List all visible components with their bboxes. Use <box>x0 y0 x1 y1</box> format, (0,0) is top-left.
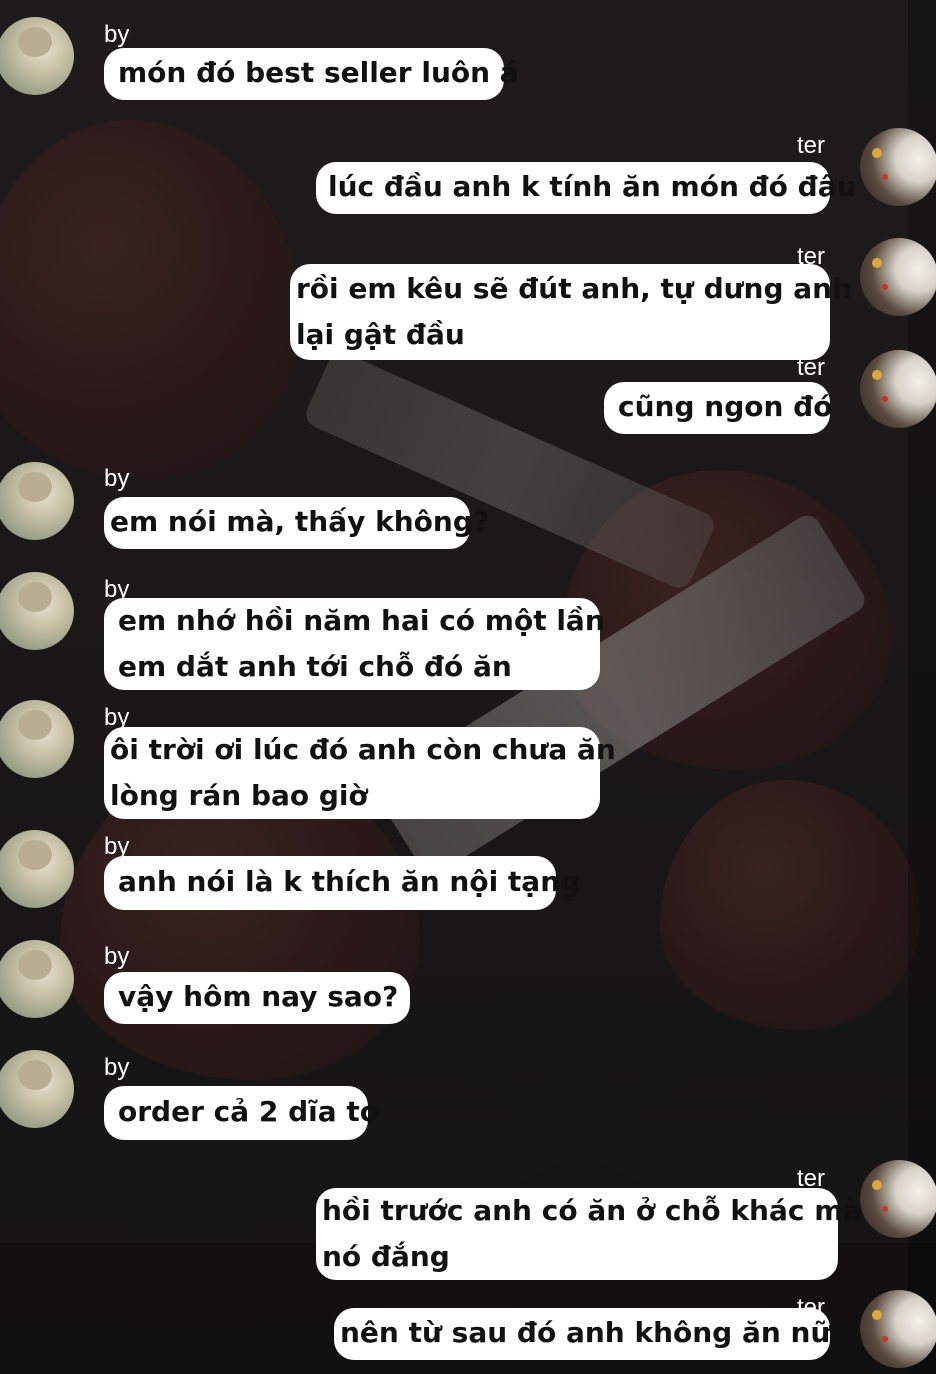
message-text: lại gật đầu <box>296 318 465 351</box>
message-bubble[interactable]: nên từ sau đó anh không ăn nữa <box>334 1308 850 1360</box>
message-text: em dắt anh tới chỗ đó ăn <box>118 650 512 683</box>
message-bubble[interactable]: anh nói là k thích ăn nội tạng <box>104 856 581 910</box>
message-bubble[interactable]: món đó best seller luôn á <box>104 48 519 100</box>
avatar[interactable] <box>860 350 936 428</box>
message-text: nên từ sau đó anh không ăn nữa <box>340 1316 850 1349</box>
message-bubble[interactable]: hồi trước anh có ăn ở chỗ khác mà nó đắn… <box>316 1188 863 1280</box>
message-text: nó đắng <box>322 1240 450 1273</box>
message-text: em nhớ hồi năm hai có một lần <box>118 604 605 637</box>
message-text: vậy hôm nay sao? <box>118 980 399 1013</box>
sender-name: by <box>104 21 130 48</box>
message-bubble[interactable]: lúc đầu anh k tính ăn món đó đâu <box>316 162 857 214</box>
message-text: cũng ngon đó <box>618 390 833 423</box>
avatar[interactable] <box>860 1160 936 1238</box>
message-text: rồi em kêu sẽ đút anh, tự dưng anh <box>296 272 853 305</box>
wallpaper-leaf <box>460 1020 700 1200</box>
avatar[interactable] <box>0 830 74 908</box>
avatar[interactable] <box>0 1050 74 1128</box>
wallpaper-strawberry <box>0 120 300 480</box>
message-text: lúc đầu anh k tính ăn món đó đâu <box>328 170 857 203</box>
avatar[interactable] <box>860 1290 936 1368</box>
message-bubble[interactable]: rồi em kêu sẽ đút anh, tự dưng anh lại g… <box>290 264 853 360</box>
sender-name: ter <box>797 354 826 381</box>
message-bubble[interactable]: cũng ngon đó <box>604 382 833 434</box>
avatar[interactable] <box>0 17 74 95</box>
message-bubble[interactable]: ôi trời ơi lúc đó anh còn chưa ăn lòng r… <box>104 727 616 819</box>
sender-name: by <box>104 943 130 970</box>
message-text: em nói mà, thấy không? <box>110 505 490 538</box>
message-bubble[interactable]: vậy hôm nay sao? <box>104 972 410 1024</box>
chat-screen: by món đó best seller luôn á ter lúc đầu… <box>0 0 936 1374</box>
message-bubble[interactable]: em nói mà, thấy không? <box>104 497 490 549</box>
message-text: ôi trời ơi lúc đó anh còn chưa ăn <box>110 733 616 766</box>
wallpaper-strawberry <box>660 780 920 1030</box>
message-text: món đó best seller luôn á <box>118 56 519 89</box>
wallpaper-cigarette <box>370 510 870 880</box>
avatar[interactable] <box>0 462 74 540</box>
sender-name: ter <box>797 132 826 159</box>
message-bubble[interactable]: order cả 2 dĩa to <box>104 1086 380 1140</box>
sender-name: by <box>104 1054 130 1081</box>
message-text: hồi trước anh có ăn ở chỗ khác mà <box>322 1194 863 1227</box>
wallpaper-strawberry <box>560 470 890 770</box>
message-text: order cả 2 dĩa to <box>118 1095 380 1128</box>
sender-name: by <box>104 465 130 492</box>
avatar[interactable] <box>860 128 936 206</box>
avatar[interactable] <box>0 700 74 778</box>
message-text: anh nói là k thích ăn nội tạng <box>118 865 581 898</box>
avatar[interactable] <box>860 238 936 316</box>
message-bubble[interactable]: em nhớ hồi năm hai có một lần em dắt anh… <box>104 598 605 690</box>
avatar[interactable] <box>0 572 74 650</box>
message-text: lòng rán bao giờ <box>110 779 368 812</box>
avatar[interactable] <box>0 940 74 1018</box>
